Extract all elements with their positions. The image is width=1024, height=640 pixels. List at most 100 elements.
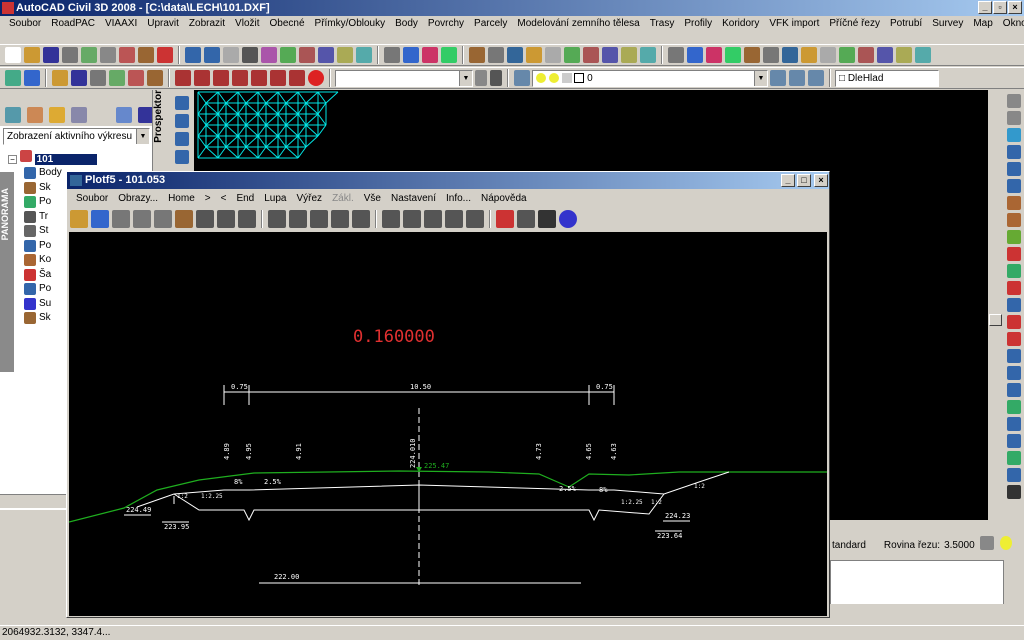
break-icon[interactable] xyxy=(1007,281,1021,295)
profile-icon[interactable] xyxy=(564,47,580,63)
zoom-out-icon[interactable] xyxy=(424,210,442,228)
mirror-icon[interactable] xyxy=(1007,128,1021,142)
extend-icon[interactable] xyxy=(1007,264,1021,278)
plot-menu-item[interactable]: Nápověda xyxy=(476,193,532,204)
markup-icon[interactable] xyxy=(403,47,419,63)
plot-menu-item[interactable]: Obrazy... xyxy=(113,193,163,204)
menu-item[interactable]: Trasy xyxy=(645,18,680,29)
cut-icon[interactable] xyxy=(119,47,135,63)
menu-item[interactable]: Obecné xyxy=(265,18,310,29)
menu-item[interactable]: Příčné řezy xyxy=(824,18,885,29)
menu-item[interactable]: Soubor xyxy=(4,18,46,29)
array-icon[interactable] xyxy=(1007,162,1021,176)
tree-item[interactable]: Po xyxy=(24,239,51,253)
tree-item[interactable]: Sk xyxy=(24,181,51,195)
menu-item[interactable]: Profily xyxy=(679,18,717,29)
plot-menu-item[interactable]: Lupa xyxy=(259,193,291,204)
export-icon[interactable] xyxy=(839,47,855,63)
polygon-icon[interactable] xyxy=(175,150,189,164)
menu-item[interactable]: Přímky/Oblouky xyxy=(310,18,391,29)
zoom-icon[interactable] xyxy=(382,210,400,228)
pedit-icon[interactable] xyxy=(1007,400,1021,414)
copy-icon[interactable] xyxy=(1007,111,1021,125)
profile-icon[interactable] xyxy=(128,70,144,86)
menu-item[interactable]: Okno xyxy=(998,18,1024,29)
properties-icon[interactable] xyxy=(318,47,334,63)
menu-item[interactable]: Modelování zemního tělesa xyxy=(512,18,644,29)
view-combo[interactable]: □ DleHlad xyxy=(835,69,939,87)
zoom-prev-icon[interactable] xyxy=(299,47,315,63)
align-icon[interactable] xyxy=(1007,366,1021,380)
point-tool7-icon[interactable] xyxy=(289,70,305,86)
rotate-icon[interactable] xyxy=(1007,196,1021,210)
print-icon[interactable] xyxy=(62,47,78,63)
survey-tool-icon[interactable] xyxy=(49,107,65,123)
drawing-vscroll[interactable] xyxy=(988,90,1004,520)
surface-icon[interactable] xyxy=(507,47,523,63)
plot-menu-item[interactable]: Zákl. xyxy=(327,193,359,204)
save-icon[interactable] xyxy=(43,47,59,63)
sheet-set-icon[interactable] xyxy=(384,47,400,63)
plot-canvas[interactable]: 0.160000 0.75 10.50 0.75 4.89 4.95 4.91 224… xyxy=(69,232,827,616)
combo-tool2-icon[interactable] xyxy=(490,70,502,86)
label-icon[interactable] xyxy=(668,47,684,63)
close-button[interactable]: × xyxy=(1008,1,1022,14)
combo-tool-icon[interactable] xyxy=(475,70,487,86)
survey-icon[interactable] xyxy=(488,47,504,63)
pipe-icon[interactable] xyxy=(621,47,637,63)
tree-item[interactable]: Body xyxy=(24,166,62,180)
offset-icon[interactable] xyxy=(1007,145,1021,159)
tree-item[interactable]: Ko xyxy=(24,253,51,267)
undo-icon[interactable] xyxy=(204,47,220,63)
open-icon[interactable] xyxy=(52,70,68,86)
alignment-icon[interactable] xyxy=(545,47,561,63)
properties-icon[interactable] xyxy=(217,210,235,228)
prev-page-icon[interactable] xyxy=(289,210,307,228)
view-mode-combo[interactable]: Zobrazení aktivního výkresu ▼ xyxy=(3,128,150,145)
te-mode-icon[interactable] xyxy=(91,210,109,228)
tree-root[interactable]: − 101 xyxy=(8,150,98,165)
map-icon[interactable] xyxy=(801,47,817,63)
plot-menu-item[interactable]: Info... xyxy=(441,193,476,204)
paste-icon[interactable] xyxy=(157,47,173,63)
pan-icon[interactable] xyxy=(242,47,258,63)
menu-item[interactable]: Upravit xyxy=(142,18,184,29)
geo-icon[interactable] xyxy=(858,47,874,63)
attedit-icon[interactable] xyxy=(1007,451,1021,465)
check-icon[interactable] xyxy=(517,210,535,228)
lengthen-icon[interactable] xyxy=(1007,383,1021,397)
open-icon[interactable] xyxy=(70,210,88,228)
layer-manager-icon[interactable] xyxy=(514,70,530,86)
point-icon[interactable] xyxy=(469,47,485,63)
colors-icon[interactable] xyxy=(496,210,514,228)
settings-icon[interactable] xyxy=(538,210,556,228)
section-icon[interactable] xyxy=(602,47,618,63)
render-icon[interactable] xyxy=(915,47,931,63)
draw-icon[interactable] xyxy=(175,210,193,228)
parcel-icon[interactable] xyxy=(526,47,542,63)
check-icon[interactable] xyxy=(782,47,798,63)
tree-item[interactable]: Po xyxy=(24,195,51,209)
menu-item[interactable]: Map xyxy=(968,18,997,29)
plot-minimize-button[interactable]: _ xyxy=(781,174,795,187)
plot-menu-item[interactable]: Výřez xyxy=(292,193,328,204)
stretch-icon[interactable] xyxy=(1007,230,1021,244)
plot-menu-item[interactable]: < xyxy=(216,193,232,204)
calculator-icon[interactable] xyxy=(422,47,438,63)
zoom-window-icon[interactable] xyxy=(280,47,296,63)
menu-item[interactable]: Zobrazit xyxy=(184,18,230,29)
plot-close-button[interactable]: × xyxy=(814,174,828,187)
prospector-tool-icon[interactable] xyxy=(5,107,21,123)
arc-tool-icon[interactable] xyxy=(24,70,40,86)
erase-icon[interactable] xyxy=(1007,94,1021,108)
menu-item[interactable]: Koridory xyxy=(717,18,764,29)
redo-icon[interactable] xyxy=(223,47,239,63)
menu-item[interactable]: Vložit xyxy=(230,18,264,29)
style-combo[interactable]: ▼ xyxy=(335,69,473,87)
point-tool3-icon[interactable] xyxy=(213,70,229,86)
report-icon[interactable] xyxy=(763,47,779,63)
polyline-icon[interactable] xyxy=(175,114,189,128)
preview-icon[interactable] xyxy=(81,47,97,63)
arc-icon[interactable] xyxy=(175,132,189,146)
section-icon[interactable] xyxy=(147,70,163,86)
